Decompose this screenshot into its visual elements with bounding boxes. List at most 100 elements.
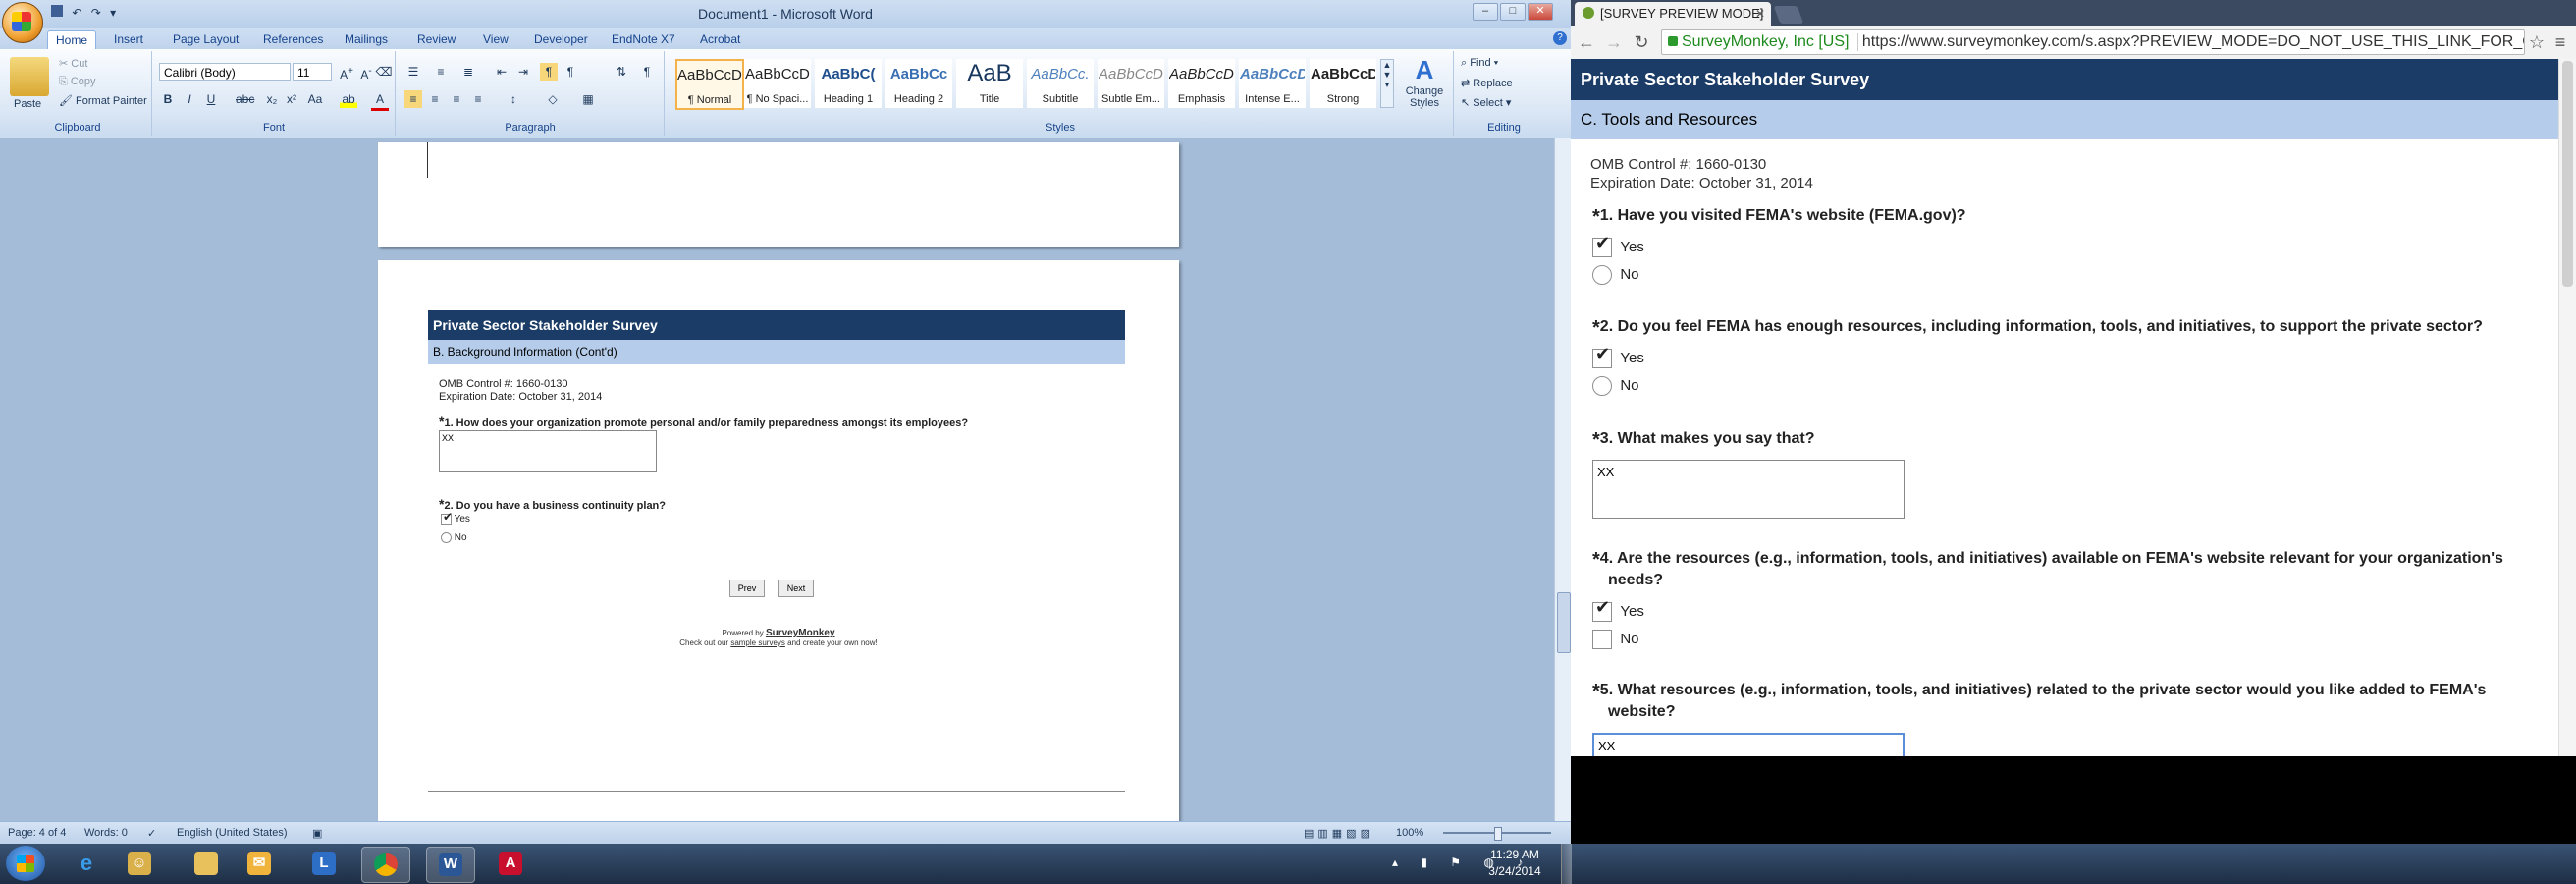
q4-option-yes[interactable]: ✔ Yes: [1592, 597, 1644, 622]
ltr-icon[interactable]: ¶: [540, 63, 558, 81]
view-buttons[interactable]: ▤▥▦▧▨: [1304, 827, 1374, 840]
q2-option-no[interactable]: No: [1592, 376, 1639, 396]
style-heading-1[interactable]: AaBbC(Heading 1: [815, 59, 882, 108]
status-page[interactable]: Page: 4 of 4: [8, 827, 66, 839]
style-intense-emphasis[interactable]: AaBbCcDcIntense E...: [1239, 59, 1306, 108]
highlight-icon[interactable]: ab: [340, 90, 357, 108]
page-next-button[interactable]: Next: [778, 580, 814, 597]
zoom-slider[interactable]: [1443, 827, 1551, 841]
sort-icon[interactable]: ⇅: [613, 63, 630, 81]
tab-endnote[interactable]: EndNote X7: [604, 30, 683, 49]
italic-button[interactable]: I: [181, 90, 198, 108]
page-q2-yes[interactable]: ✔ Yes: [441, 510, 470, 525]
multilevel-list-icon[interactable]: ≣: [459, 63, 477, 81]
macro-record-icon[interactable]: ▣: [312, 827, 322, 840]
q2-option-yes[interactable]: ✔ Yes: [1592, 344, 1644, 368]
proofing-icon[interactable]: ✓: [147, 827, 156, 840]
close-icon[interactable]: ✕: [1528, 3, 1553, 21]
save-icon[interactable]: [51, 5, 63, 17]
font-color-icon[interactable]: A: [371, 90, 389, 111]
clock-date[interactable]: 3/24/2014: [1473, 864, 1557, 878]
change-case-button[interactable]: Aa: [306, 90, 324, 108]
tab-close-icon[interactable]: ✕: [1755, 2, 1765, 26]
taskbar-lync[interactable]: L: [300, 847, 348, 881]
back-icon[interactable]: ←: [1575, 30, 1598, 54]
minimize-icon[interactable]: –: [1473, 3, 1498, 21]
decrease-indent-icon[interactable]: ⇤: [493, 63, 510, 81]
chrome-vertical-scrollbar[interactable]: [2558, 59, 2576, 756]
align-right-icon[interactable]: ≡: [448, 90, 465, 108]
change-styles-button[interactable]: A Change Styles: [1400, 55, 1449, 124]
taskbar-chrome[interactable]: [361, 847, 410, 883]
forward-icon[interactable]: →: [1602, 30, 1626, 54]
word-scroll-thumb[interactable]: [1557, 592, 1571, 653]
tab-developer[interactable]: Developer: [526, 30, 596, 49]
chrome-scroll-thumb[interactable]: [2562, 61, 2573, 287]
page-q1-textarea[interactable]: XX: [439, 430, 657, 472]
chrome-menu-icon[interactable]: ≡: [2549, 30, 2572, 54]
subscript-button[interactable]: x₂: [263, 90, 281, 108]
paste-icon[interactable]: [10, 57, 49, 96]
q1-option-yes[interactable]: ✔ Yes: [1592, 233, 1644, 257]
style-subtitle[interactable]: AaBbCc. Subtitle: [1027, 59, 1094, 108]
shrink-font-icon[interactable]: A-: [357, 63, 375, 82]
office-button[interactable]: [2, 2, 43, 43]
page-prev-button[interactable]: Prev: [729, 580, 765, 597]
clock-time[interactable]: 11:29 AM: [1473, 848, 1557, 861]
status-language[interactable]: English (United States): [177, 827, 288, 839]
tab-acrobat[interactable]: Acrobat: [692, 30, 748, 49]
maximize-icon[interactable]: □: [1500, 3, 1526, 21]
q5-textarea[interactable]: XX: [1592, 733, 1905, 756]
tab-home[interactable]: Home: [47, 30, 97, 50]
tab-mailings[interactable]: Mailings: [337, 30, 396, 49]
start-button[interactable]: [6, 846, 45, 881]
document-area[interactable]: Private Sector Stakeholder Survey B. Bac…: [0, 138, 1553, 830]
superscript-button[interactable]: x²: [283, 90, 300, 108]
align-center-icon[interactable]: ≡: [426, 90, 444, 108]
new-tab-button[interactable]: [1773, 6, 1804, 24]
taskbar-ie[interactable]: e: [63, 847, 110, 881]
style-title[interactable]: AaB Title: [956, 59, 1023, 108]
tab-review[interactable]: Review: [409, 30, 463, 49]
show-desktop-button[interactable]: [1561, 844, 1572, 884]
style-no-spacing[interactable]: AaBbCcDc¶ No Spaci...: [744, 59, 811, 108]
line-spacing-icon[interactable]: ↕: [505, 90, 522, 108]
q1-option-no[interactable]: No: [1592, 265, 1639, 285]
style-normal[interactable]: AaBbCcDc¶ Normal: [675, 59, 744, 110]
status-zoom[interactable]: 100%: [1396, 827, 1423, 839]
bookmark-star-icon[interactable]: ☆: [2525, 30, 2549, 54]
style-emphasis[interactable]: AaBbCcDcEmphasis: [1168, 59, 1235, 108]
zoom-slider-thumb[interactable]: [1494, 827, 1502, 841]
borders-icon[interactable]: ▦: [579, 90, 597, 108]
paste-button[interactable]: Paste: [14, 98, 41, 110]
font-name-box[interactable]: Calibri (Body): [159, 63, 291, 81]
rtl-icon[interactable]: ¶: [562, 63, 579, 81]
reload-icon[interactable]: ↻: [1630, 30, 1653, 54]
find-button[interactable]: ⌕ Find ▾: [1461, 57, 1498, 70]
redo-icon[interactable]: ↷: [91, 6, 101, 20]
style-heading-2[interactable]: AaBbCc Heading 2: [886, 59, 952, 108]
underline-button[interactable]: U: [202, 90, 220, 108]
bold-button[interactable]: B: [159, 90, 177, 108]
increase-indent-icon[interactable]: ⇥: [514, 63, 532, 81]
style-subtle-emphasis[interactable]: AaBbCcDcSubtle Em...: [1098, 59, 1164, 108]
tab-view[interactable]: View: [475, 30, 516, 49]
help-icon[interactable]: ?: [1553, 31, 1567, 45]
taskbar-word[interactable]: W: [426, 847, 475, 883]
tab-page-layout[interactable]: Page Layout: [165, 30, 246, 49]
replace-button[interactable]: ⇄ Replace: [1461, 77, 1513, 89]
show-marks-icon[interactable]: ¶: [638, 63, 656, 81]
customize-qat-icon[interactable]: ▾: [110, 6, 116, 20]
page-q2-no[interactable]: No: [441, 532, 467, 543]
q4-option-no[interactable]: No: [1592, 630, 1639, 649]
align-left-icon[interactable]: ≡: [404, 90, 422, 108]
word-vertical-scrollbar[interactable]: [1554, 138, 1571, 821]
address-bar[interactable]: SurveyMonkey, Inc [US] https://www.surve…: [1661, 29, 2525, 55]
q3-textarea[interactable]: XX: [1592, 460, 1905, 519]
clear-format-icon[interactable]: ⌫: [375, 63, 393, 81]
styles-scroll[interactable]: ▲ ▼ ▾: [1380, 59, 1394, 108]
tab-insert[interactable]: Insert: [106, 30, 151, 49]
copy-button[interactable]: ⎘ Copy: [59, 76, 96, 88]
undo-icon[interactable]: ↶: [72, 6, 81, 20]
select-button[interactable]: ↖ Select ▾: [1461, 96, 1511, 109]
